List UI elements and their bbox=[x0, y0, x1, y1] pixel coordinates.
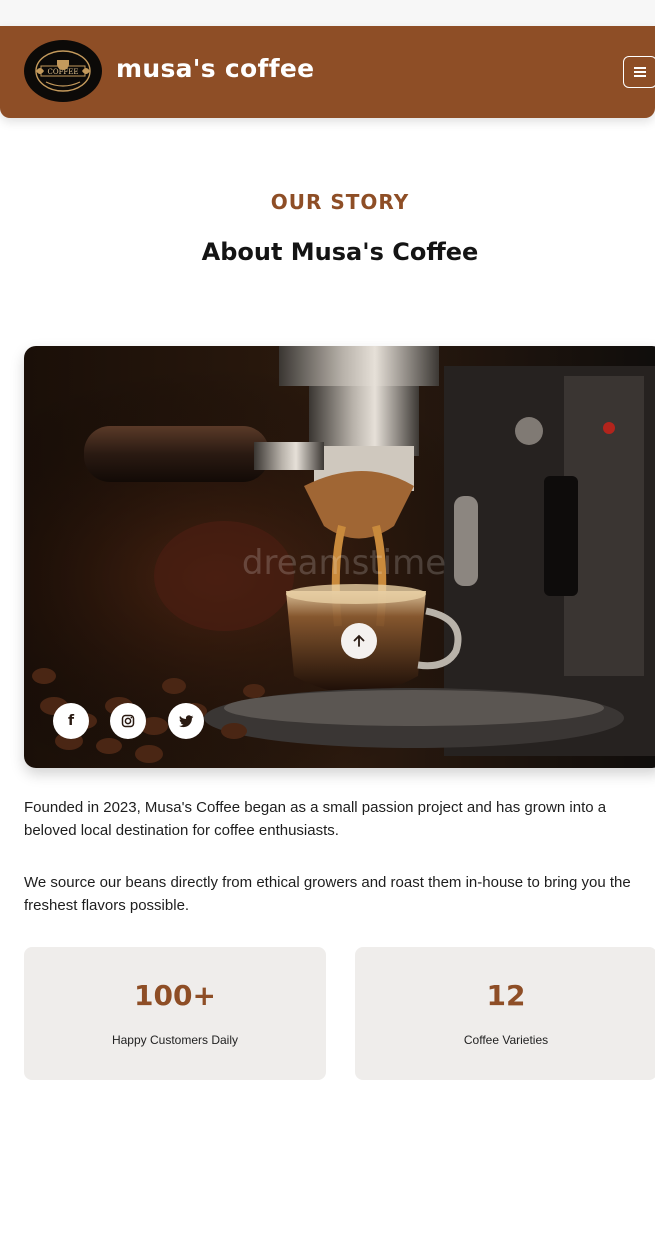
brand-logo[interactable]: COFFEE bbox=[24, 40, 102, 102]
stat-card-varieties: 12 Coffee Varieties bbox=[355, 947, 655, 1080]
stat-value: 12 bbox=[486, 979, 526, 1012]
menu-icon bbox=[634, 67, 646, 77]
stat-value: 100+ bbox=[134, 979, 216, 1012]
section-title: About Musa's Coffee bbox=[201, 238, 479, 266]
brand-name[interactable]: musa's coffee bbox=[116, 54, 314, 83]
instagram-link[interactable] bbox=[110, 703, 146, 739]
stat-label: Coffee Varieties bbox=[463, 1033, 549, 1047]
menu-toggle-button[interactable] bbox=[623, 56, 655, 88]
facebook-link[interactable]: f bbox=[53, 703, 89, 739]
image-watermark: dreamstime bbox=[242, 543, 446, 583]
stat-card-customers: 100+ Happy Customers Daily bbox=[24, 947, 326, 1080]
arrow-up-icon bbox=[353, 634, 365, 647]
about-paragraph: We source our beans directly from ethica… bbox=[24, 874, 631, 914]
top-strip bbox=[0, 0, 655, 26]
section-eyebrow: OUR STORY bbox=[270, 190, 410, 214]
scroll-to-top-button[interactable] bbox=[341, 623, 377, 659]
twitter-link[interactable] bbox=[168, 703, 204, 739]
twitter-icon bbox=[178, 714, 193, 727]
site-header: COFFEE musa's coffee bbox=[0, 26, 655, 118]
stat-label: Happy Customers Daily bbox=[111, 1033, 239, 1047]
about-paragraph: Founded in 2023, Musa's Coffee began as … bbox=[24, 799, 607, 839]
facebook-icon: f bbox=[67, 713, 75, 729]
instagram-icon bbox=[121, 714, 135, 728]
